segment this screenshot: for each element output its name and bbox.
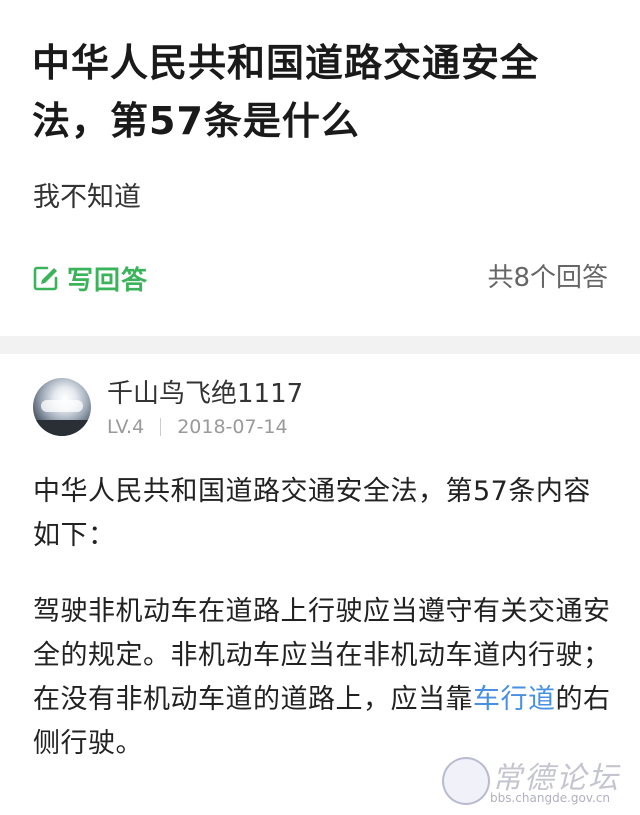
question-card: 中华人民共和国道路交通安全法，第57条是什么 我不知道 写回答 共8个回答 [0,0,640,336]
user-level-badge: LV.4 [107,416,145,438]
answer-paragraph-2: 驾驶非机动车在道路上行驶应当遵守有关交通安全的规定。非机动车应当在非机动车道内行… [33,590,615,766]
watermark-url: bbs.changde.gov.cn [490,791,611,805]
avatar[interactable] [33,378,91,436]
write-answer-label: 写回答 [67,265,149,296]
lane-link[interactable]: 车行道 [473,684,556,715]
answer-count[interactable]: 共8个回答 [487,258,608,298]
section-divider [0,336,640,354]
write-answer-button[interactable]: 写回答 [33,258,148,298]
forum-watermark: 常德论坛 bbs.changde.gov.cn [442,753,632,809]
answer-date: 2018-07-14 [177,416,288,438]
answer-card: 千山鸟飞绝1117 LV.4 2018-07-14 中华人民共和国道路交通安全法… [0,354,640,815]
question-description: 我不知道 [33,182,141,213]
edit-icon [33,266,58,291]
watermark-seal-icon [442,757,490,805]
meta-separator [160,418,162,436]
answer-username[interactable]: 千山鸟飞绝1117 [107,376,303,412]
answer-meta: LV.4 2018-07-14 [107,414,288,440]
question-title: 中华人民共和国道路交通安全法，第57条是什么 [32,41,540,143]
answer-paragraph-1: 中华人民共和国道路交通安全法，第57条内容如下： [33,476,591,551]
